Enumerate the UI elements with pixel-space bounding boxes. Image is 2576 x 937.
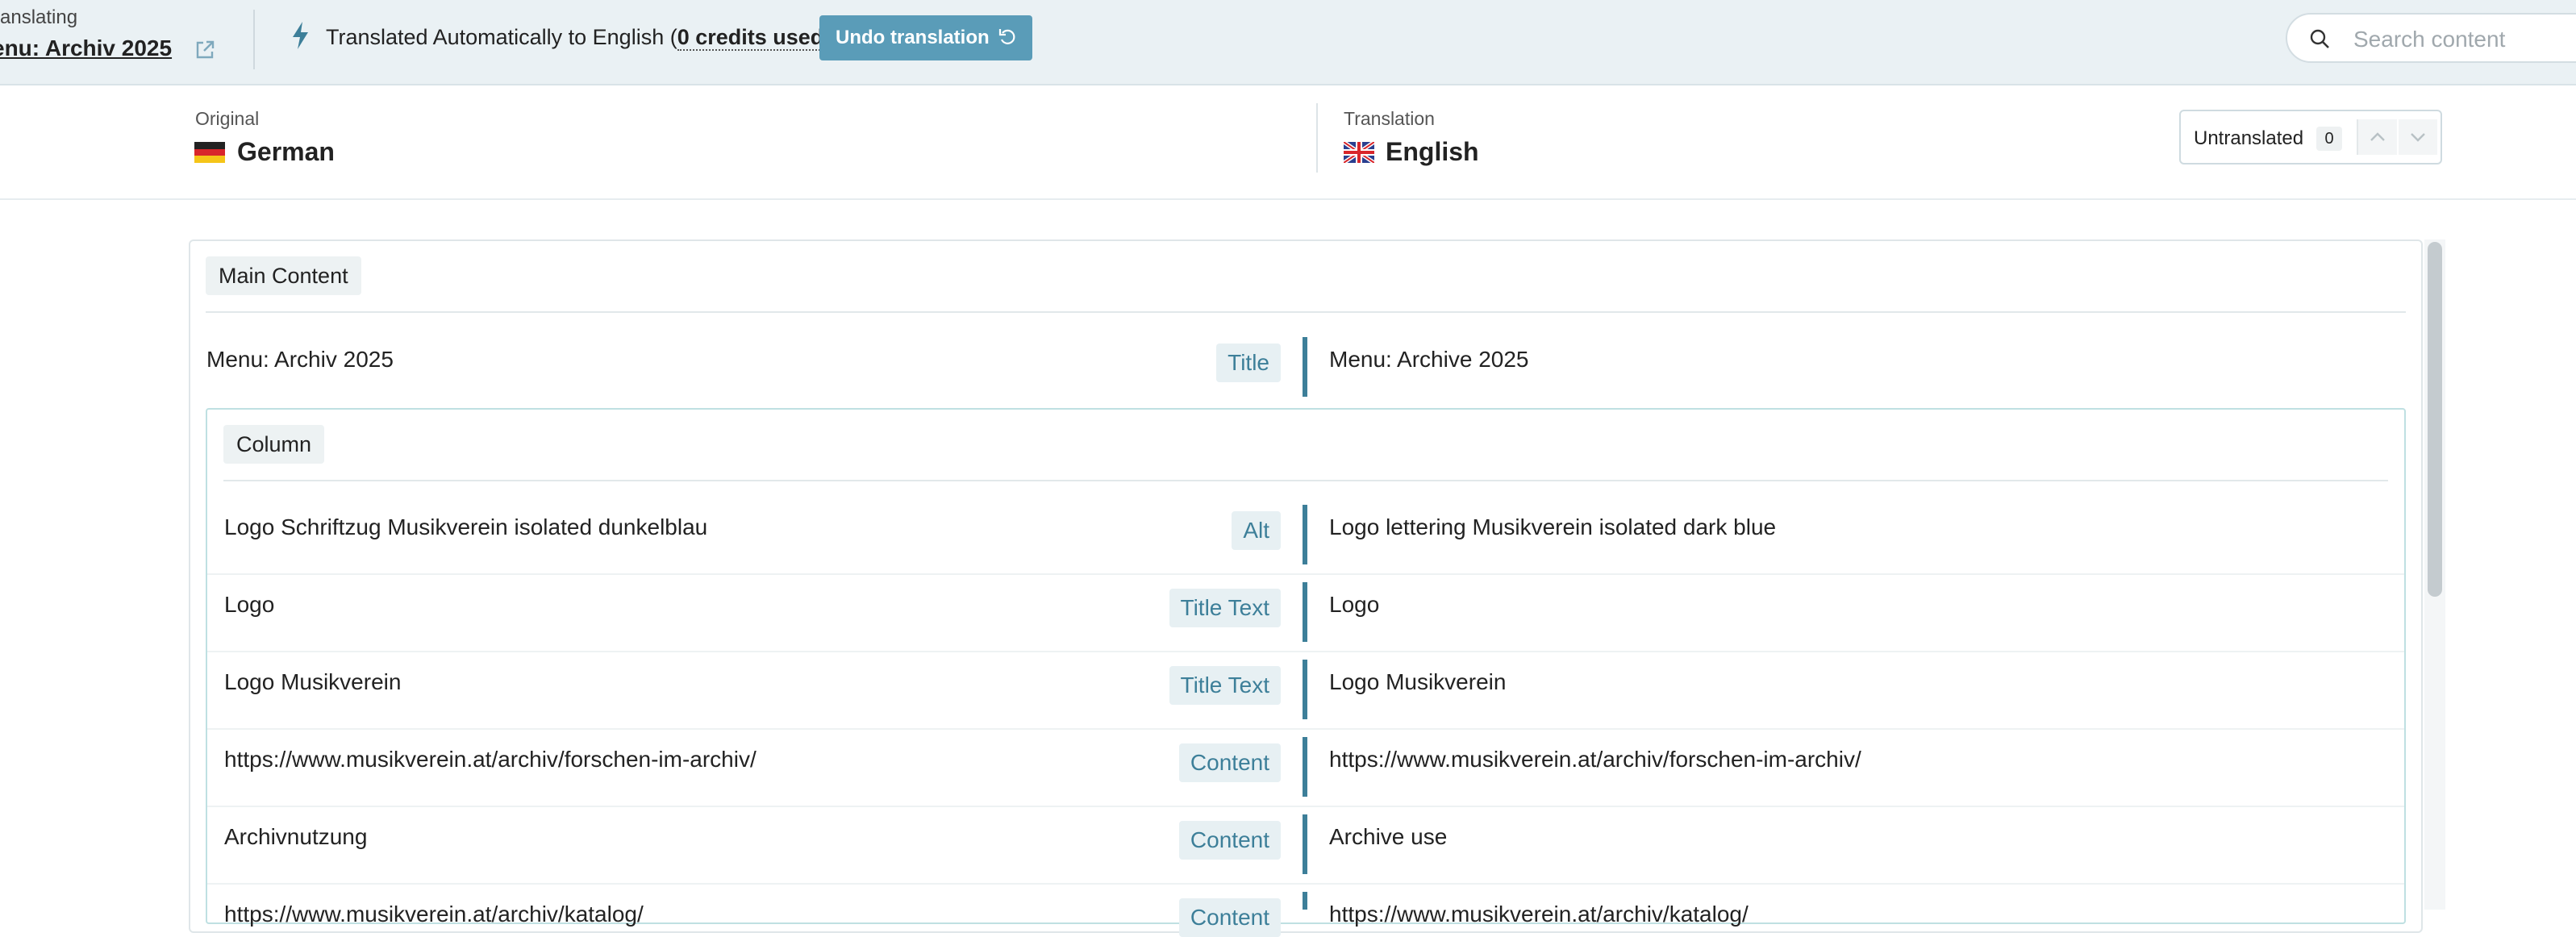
- title-row-bar: [1303, 337, 1307, 397]
- translation-language: English: [1386, 137, 1479, 166]
- row-separator: [207, 728, 2404, 730]
- language-divider: [1316, 103, 1318, 173]
- untranslated-nav: [2357, 119, 2437, 155]
- title-field-tag: Title: [974, 344, 1281, 382]
- external-link-icon[interactable]: [194, 39, 216, 61]
- chevron-up-icon: [2370, 132, 2385, 141]
- row-separator: [207, 573, 2404, 575]
- row-source-text: https://www.musikverein.at/archiv/forsch…: [224, 747, 757, 772]
- row-bar: [1303, 582, 1307, 642]
- row-field-tag: Title Text: [974, 666, 1281, 705]
- row-bar: [1303, 660, 1307, 719]
- row-target-text[interactable]: Logo Musikverein: [1329, 669, 1506, 695]
- original-caption: Original: [195, 108, 260, 129]
- credits-used[interactable]: 0 credits used: [677, 25, 824, 51]
- title-target-text[interactable]: Menu: Archive 2025: [1329, 347, 1529, 373]
- row-field-tag: Content: [974, 743, 1281, 782]
- bolt-icon: [293, 22, 308, 49]
- row-source-text: Logo Schriftzug Musikverein isolated dun…: [224, 514, 708, 539]
- translating-label: ranslating: [0, 6, 78, 28]
- row-field-tag: Alt: [974, 511, 1281, 550]
- untranslated-filter[interactable]: Untranslated 0: [2179, 110, 2442, 164]
- scrollbar-thumb[interactable]: [2428, 242, 2442, 597]
- toolbar-divider: [253, 10, 255, 69]
- search-input[interactable]: [2352, 23, 2576, 56]
- title-source-text: Menu: Archiv 2025: [206, 347, 394, 372]
- next-untranslated-button[interactable]: [2399, 119, 2437, 155]
- row-target-text[interactable]: Archive use: [1329, 824, 1447, 850]
- row-target-text[interactable]: Logo lettering Musikverein isolated dark…: [1329, 514, 1776, 540]
- search-box[interactable]: [2286, 13, 2576, 63]
- top-bar: ranslating enu: Archiv 2025 Translated A…: [0, 0, 2576, 85]
- section-divider: [206, 311, 2406, 313]
- row-target-text[interactable]: https://www.musikverein.at/archiv/katalo…: [1329, 902, 1749, 927]
- untranslated-count: 0: [2316, 127, 2342, 151]
- auto-translation-status: Translated Automatically to English (0 c…: [326, 25, 831, 51]
- language-header: Original German Translation English Untr…: [0, 85, 2576, 200]
- row-source-text: Logo Musikverein: [224, 669, 402, 694]
- row-field-tag: Content: [974, 821, 1281, 860]
- flag-uk-icon: [1344, 142, 1374, 163]
- row-target-text[interactable]: Logo: [1329, 592, 1379, 618]
- row-separator: [207, 883, 2404, 885]
- original-language: German: [237, 137, 335, 166]
- row-source-text: Archivnutzung: [224, 824, 368, 849]
- page-title-link[interactable]: enu: Archiv 2025: [0, 35, 172, 61]
- row-source-text: Logo: [224, 592, 275, 617]
- column-section-label: Column: [223, 425, 325, 464]
- row-bar: [1303, 505, 1307, 564]
- row-separator: [207, 806, 2404, 807]
- main-content-section-label: Main Content: [206, 256, 361, 295]
- flag-de-icon: [194, 142, 225, 163]
- row-bar: [1303, 892, 1307, 910]
- untranslated-label: Untranslated: [2194, 127, 2304, 149]
- translation-caption: Translation: [1344, 108, 1435, 129]
- row-separator: [207, 651, 2404, 652]
- chevron-down-icon: [2411, 133, 2425, 142]
- row-field-tag: Content: [974, 898, 1281, 937]
- row-bar: [1303, 737, 1307, 797]
- column-divider: [223, 480, 2388, 481]
- undo-icon: [998, 29, 1015, 44]
- search-icon: [2310, 29, 2329, 48]
- undo-translation-button[interactable]: Undo translation: [819, 15, 1032, 60]
- undo-translation-label: Undo translation: [836, 27, 990, 48]
- row-bar: [1303, 814, 1307, 874]
- row-source-text: https://www.musikverein.at/archiv/katalo…: [224, 902, 644, 927]
- row-field-tag: Title Text: [974, 589, 1281, 627]
- previous-untranslated-button[interactable]: [2358, 119, 2397, 155]
- row-target-text[interactable]: https://www.musikverein.at/archiv/forsch…: [1329, 747, 1861, 773]
